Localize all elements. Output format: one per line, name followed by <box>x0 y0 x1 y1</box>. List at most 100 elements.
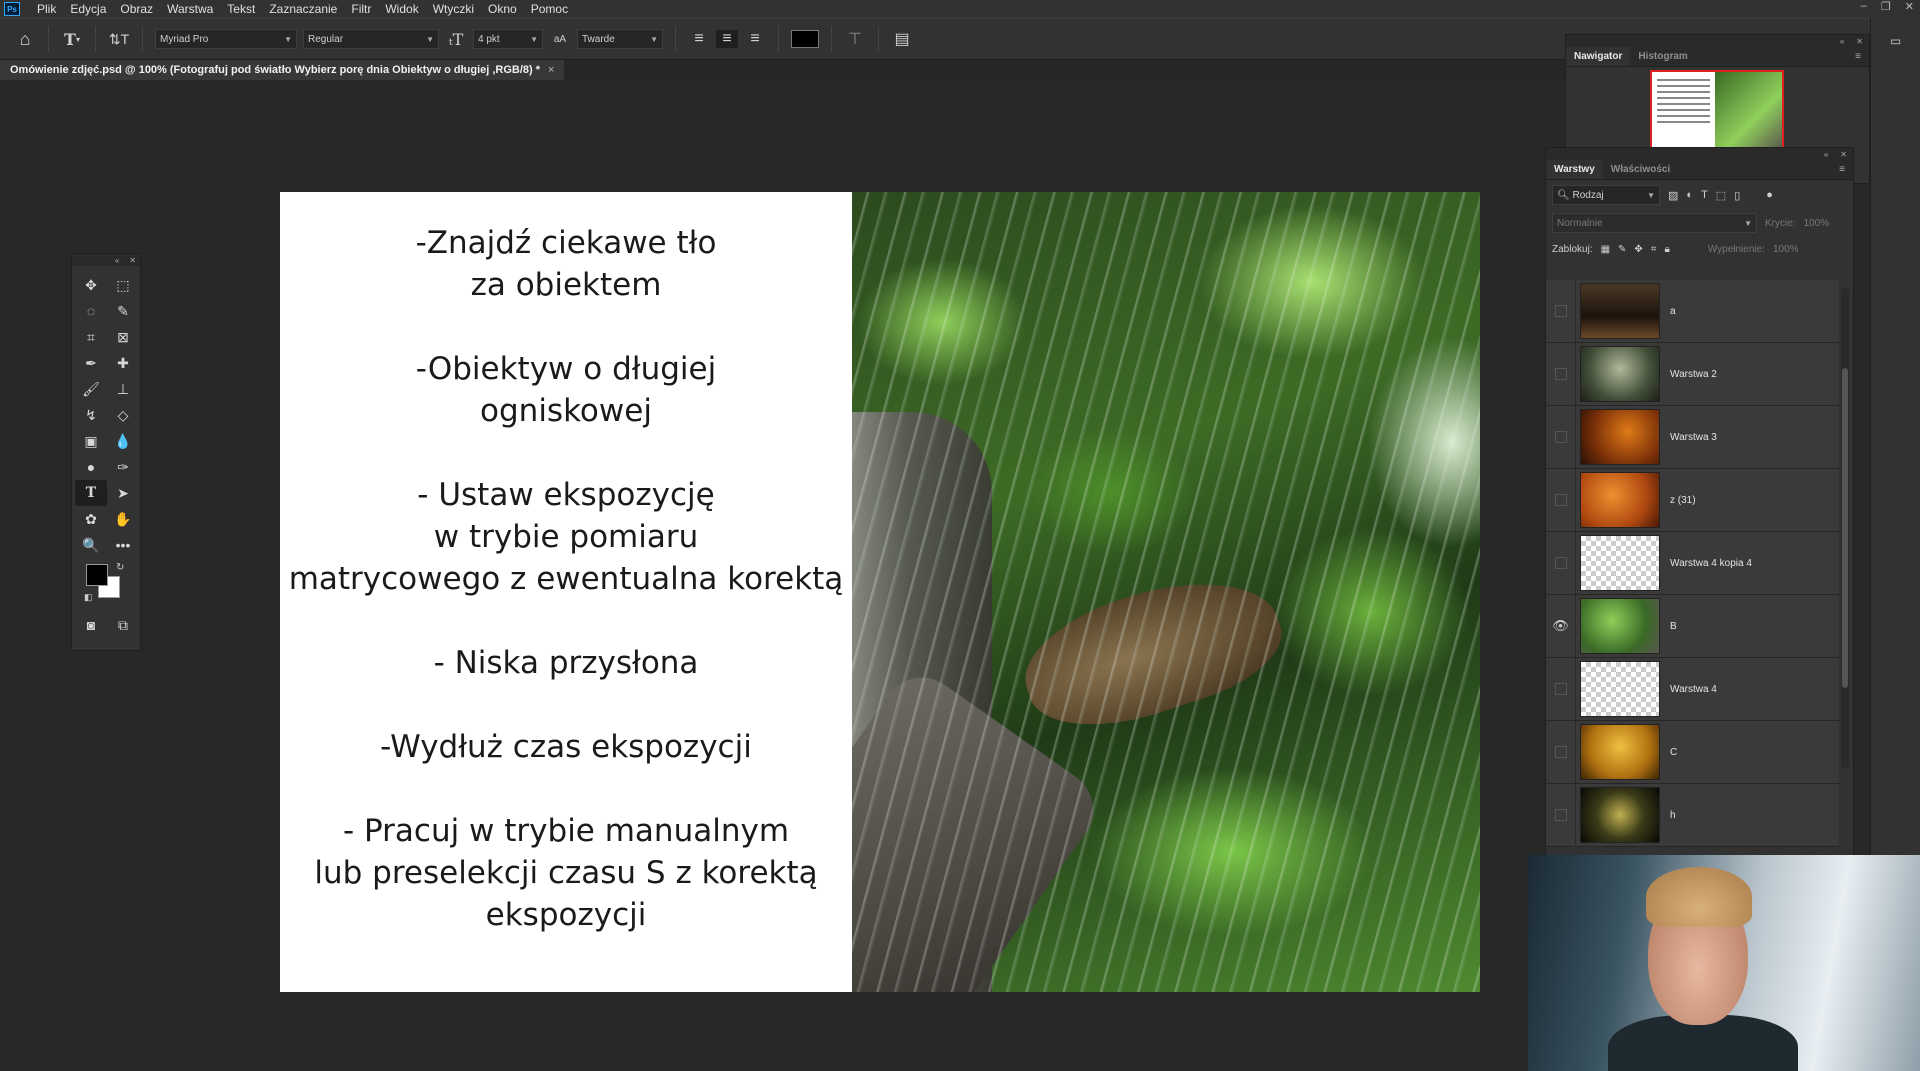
close-icon[interactable]: ✕ <box>129 256 136 265</box>
slide-text-block[interactable]: -Znajdź ciekawe tło za obiektem -Obiekty… <box>280 192 852 992</box>
close-icon[interactable]: ✕ <box>1840 150 1847 159</box>
menu-item-6[interactable]: Filtr <box>344 2 378 16</box>
menu-item-0[interactable]: Plik <box>30 2 63 16</box>
visibility-toggle[interactable] <box>1546 720 1576 784</box>
eye-icon[interactable]: 👁 <box>1546 594 1576 658</box>
visibility-toggle[interactable] <box>1546 783 1576 847</box>
collapse-icon[interactable]: « <box>1824 150 1828 159</box>
filter-pixel-icon[interactable]: ▨ <box>1668 189 1678 202</box>
lock-all-icon[interactable]: 🔒︎ <box>1664 244 1669 255</box>
dodge-tool-icon[interactable]: ● <box>75 454 107 480</box>
minimize-icon[interactable]: – <box>1861 0 1867 13</box>
foreground-color-swatch[interactable] <box>86 564 108 586</box>
font-size-select[interactable]: 4 pkt ▼ <box>473 29 543 49</box>
eraser-tool-icon[interactable]: ◇ <box>107 402 139 428</box>
menu-item-10[interactable]: Pomoc <box>524 2 575 16</box>
crop-tool-icon[interactable]: ⌗ <box>75 324 107 350</box>
align-center-icon[interactable]: ≡ <box>716 30 738 48</box>
quick-select-tool-icon[interactable]: ✎ <box>107 298 139 324</box>
menu-item-3[interactable]: Warstwa <box>160 2 220 16</box>
visibility-toggle[interactable] <box>1546 468 1576 532</box>
lasso-tool-icon[interactable]: ◌ <box>75 298 107 324</box>
layer-row[interactable]: z (31) <box>1546 468 1839 532</box>
home-icon[interactable]: ⌂ <box>14 29 36 50</box>
layer-row[interactable]: Warstwa 4 kopia 4 <box>1546 531 1839 595</box>
font-family-select[interactable]: Myriad Pro ▼ <box>155 29 297 49</box>
toggle-text-orientation-icon[interactable]: ⇅T <box>108 31 130 48</box>
eyedropper-tool-icon[interactable]: ✒ <box>75 350 107 376</box>
document-tab[interactable]: Omówienie zdjęć.psd @ 100% (Fotografuj p… <box>0 60 565 80</box>
text-color-swatch[interactable] <box>791 30 819 48</box>
filter-shape-icon[interactable]: ⬚ <box>1716 189 1726 202</box>
character-panel-icon[interactable]: ▤ <box>891 29 913 49</box>
path-selection-tool-icon[interactable]: ➤ <box>107 480 139 506</box>
lock-artboard-icon[interactable]: ⌗ <box>1651 244 1657 255</box>
screen-mode-icon[interactable]: ⧉ <box>107 612 139 638</box>
lock-position-icon[interactable]: ✥ <box>1634 244 1642 255</box>
blur-tool-icon[interactable]: 💧 <box>107 428 139 454</box>
collapse-icon[interactable]: « <box>1840 37 1844 46</box>
menu-item-1[interactable]: Edycja <box>63 2 113 16</box>
layer-row[interactable]: h <box>1546 783 1839 847</box>
visibility-toggle[interactable] <box>1546 342 1576 406</box>
lock-transparent-icon[interactable]: ▦ <box>1601 244 1610 255</box>
document-canvas[interactable]: -Znajdź ciekawe tło za obiektem -Obiekty… <box>280 192 1480 992</box>
anti-alias-select[interactable]: Twarde ▼ <box>577 29 663 49</box>
filter-toggle-icon[interactable]: ● <box>1766 189 1773 201</box>
workspace-icon[interactable]: ▭ <box>1871 34 1920 48</box>
history-brush-tool-icon[interactable]: ↯ <box>75 402 107 428</box>
menu-item-4[interactable]: Tekst <box>220 2 262 16</box>
hand-tool-icon[interactable]: ✋ <box>107 506 139 532</box>
filter-type-icon[interactable]: T <box>1701 189 1708 201</box>
more-tools-icon[interactable]: ••• <box>107 532 139 558</box>
font-style-select[interactable]: Regular ▼ <box>303 29 439 49</box>
panel-menu-icon[interactable]: ≡ <box>1839 160 1853 179</box>
zoom-tool-icon[interactable]: 🔍 <box>75 532 107 558</box>
type-tool-icon[interactable]: T <box>75 480 107 506</box>
lock-image-icon[interactable]: ✎ <box>1618 244 1626 255</box>
clone-stamp-tool-icon[interactable]: ⊥ <box>107 376 139 402</box>
navigator-view-box[interactable] <box>1650 70 1784 152</box>
filter-smart-object-icon[interactable]: ▯ <box>1734 189 1740 202</box>
tab-navigator[interactable]: Nawigator <box>1566 47 1631 66</box>
tab-layers[interactable]: Warstwy <box>1546 160 1603 179</box>
menu-item-7[interactable]: Widok <box>378 2 425 16</box>
layer-row[interactable]: a <box>1546 279 1839 343</box>
gradient-tool-icon[interactable]: ▣ <box>75 428 107 454</box>
close-icon[interactable]: ✕ <box>1905 0 1914 13</box>
visibility-toggle[interactable] <box>1546 657 1576 721</box>
collapse-icon[interactable]: « <box>115 256 119 265</box>
default-colors-icon[interactable]: ◧ <box>84 592 93 603</box>
align-left-icon[interactable]: ≡ <box>688 30 710 48</box>
layer-row[interactable]: C <box>1546 720 1839 784</box>
warp-text-icon[interactable]: ⊤ <box>844 29 866 49</box>
shape-tool-icon[interactable]: ✿ <box>75 506 107 532</box>
brush-tool-icon[interactable]: 🖌 <box>75 376 107 402</box>
type-tool-preset-icon[interactable]: T ▾ <box>61 30 83 49</box>
marquee-tool-icon[interactable]: ⬚ <box>107 272 139 298</box>
restore-icon[interactable]: ❐ <box>1881 0 1891 13</box>
layer-filter-select[interactable]: 🔍︎ Rodzaj ▼ <box>1552 185 1660 205</box>
layer-row[interactable]: Warstwa 4 <box>1546 657 1839 721</box>
frame-tool-icon[interactable]: ⊠ <box>107 324 139 350</box>
blend-mode-select[interactable]: Normalnie ▼ <box>1552 213 1757 233</box>
move-tool-icon[interactable]: ✥ <box>75 272 107 298</box>
filter-adjustment-icon[interactable]: ◐ <box>1686 189 1693 201</box>
canvas-area[interactable]: -Znajdź ciekawe tło za obiektem -Obiekty… <box>0 80 1565 1071</box>
visibility-toggle[interactable] <box>1546 279 1576 343</box>
fill-field[interactable]: 100% <box>1773 244 1799 255</box>
layer-row[interactable]: Warstwa 3 <box>1546 405 1839 469</box>
quick-mask-icon[interactable]: ◙ <box>75 612 107 638</box>
layer-row[interactable]: 👁 B <box>1546 594 1839 658</box>
swap-colors-icon[interactable]: ↻ <box>116 562 124 573</box>
menu-item-2[interactable]: Obraz <box>113 2 160 16</box>
tab-properties[interactable]: Właściwości <box>1603 160 1678 179</box>
layer-row[interactable]: Warstwa 2 <box>1546 342 1839 406</box>
panel-menu-icon[interactable]: ≡ <box>1855 47 1869 66</box>
opacity-field[interactable]: 100% <box>1804 218 1830 229</box>
close-icon[interactable]: ✕ <box>1856 37 1863 46</box>
visibility-toggle[interactable] <box>1546 531 1576 595</box>
menu-item-9[interactable]: Okno <box>481 2 524 16</box>
healing-brush-tool-icon[interactable]: ✚ <box>107 350 139 376</box>
tab-histogram[interactable]: Histogram <box>1630 47 1695 66</box>
